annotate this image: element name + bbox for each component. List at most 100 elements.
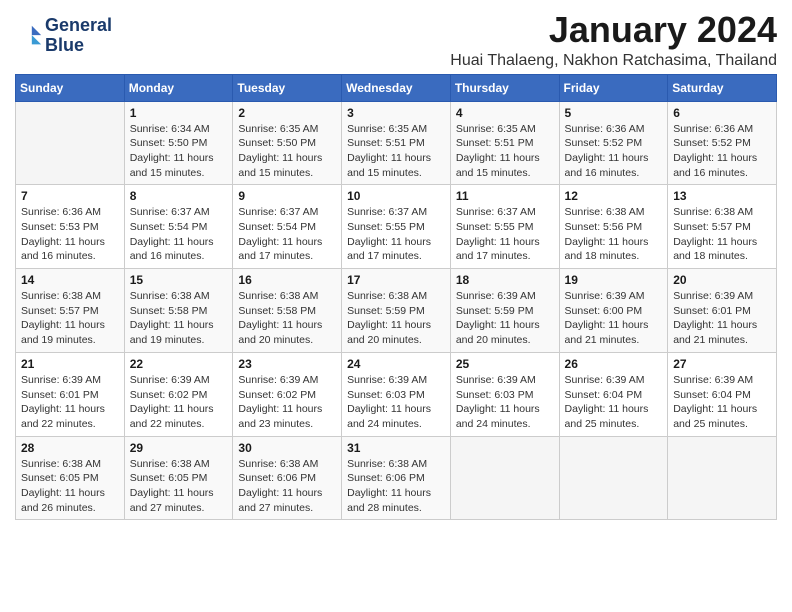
calendar-cell: 3 Sunrise: 6:35 AM Sunset: 5:51 PM Daylig… bbox=[342, 101, 451, 185]
calendar-body: 1 Sunrise: 6:34 AM Sunset: 5:50 PM Daylig… bbox=[16, 101, 777, 520]
day-info: Sunrise: 6:38 AM Sunset: 5:59 PM Dayligh… bbox=[347, 289, 445, 348]
day-info: Sunrise: 6:38 AM Sunset: 5:58 PM Dayligh… bbox=[238, 289, 336, 348]
day-info: Sunrise: 6:39 AM Sunset: 6:03 PM Dayligh… bbox=[456, 373, 554, 432]
calendar-week-1: 1 Sunrise: 6:34 AM Sunset: 5:50 PM Daylig… bbox=[16, 101, 777, 185]
day-info: Sunrise: 6:38 AM Sunset: 6:05 PM Dayligh… bbox=[21, 457, 119, 516]
calendar-cell: 23 Sunrise: 6:39 AM Sunset: 6:02 PM Dayli… bbox=[233, 352, 342, 436]
day-info: Sunrise: 6:39 AM Sunset: 6:02 PM Dayligh… bbox=[238, 373, 336, 432]
page-subtitle: Huai Thalaeng, Nakhon Ratchasima, Thaila… bbox=[450, 52, 777, 70]
column-header-monday: Monday bbox=[124, 74, 233, 101]
page-title: January 2024 bbox=[450, 10, 777, 50]
calendar-cell: 11Sunrise: 6:37 AM Sunset: 5:55 PM Dayli… bbox=[450, 185, 559, 269]
calendar-cell: 10 Sunrise: 6:37 AM Sunset: 5:55 PM Dayli… bbox=[342, 185, 451, 269]
calendar-cell: 6 Sunrise: 6:36 AM Sunset: 5:52 PM Daylig… bbox=[668, 101, 777, 185]
calendar-cell: 26Sunrise: 6:39 AM Sunset: 6:04 PM Dayli… bbox=[559, 352, 668, 436]
day-number: 2 bbox=[238, 106, 336, 120]
day-number: 30 bbox=[238, 441, 336, 455]
calendar-week-3: 14Sunrise: 6:38 AM Sunset: 5:57 PM Dayli… bbox=[16, 269, 777, 353]
day-info: Sunrise: 6:39 AM Sunset: 5:59 PM Dayligh… bbox=[456, 289, 554, 348]
day-number: 15 bbox=[130, 273, 228, 287]
calendar-cell: 16 Sunrise: 6:38 AM Sunset: 5:58 PM Dayli… bbox=[233, 269, 342, 353]
day-number: 31 bbox=[347, 441, 445, 455]
logo: General Blue bbox=[15, 16, 112, 56]
calendar-cell: 24Sunrise: 6:39 AM Sunset: 6:03 PM Dayli… bbox=[342, 352, 451, 436]
day-info: Sunrise: 6:39 AM Sunset: 6:00 PM Dayligh… bbox=[565, 289, 663, 348]
day-info: Sunrise: 6:39 AM Sunset: 6:01 PM Dayligh… bbox=[21, 373, 119, 432]
title-block: January 2024 Huai Thalaeng, Nakhon Ratch… bbox=[450, 10, 777, 70]
calendar-cell: 19 Sunrise: 6:39 AM Sunset: 6:00 PM Dayli… bbox=[559, 269, 668, 353]
calendar-cell: 30 Sunrise: 6:38 AM Sunset: 6:06 PM Dayli… bbox=[233, 436, 342, 520]
day-info: Sunrise: 6:36 AM Sunset: 5:52 PM Dayligh… bbox=[565, 122, 663, 181]
day-info: Sunrise: 6:38 AM Sunset: 5:57 PM Dayligh… bbox=[21, 289, 119, 348]
day-number: 12 bbox=[565, 189, 663, 203]
day-number: 21 bbox=[21, 357, 119, 371]
day-number: 25 bbox=[456, 357, 554, 371]
day-number: 13 bbox=[673, 189, 771, 203]
calendar-cell: 22 Sunrise: 6:39 AM Sunset: 6:02 PM Dayli… bbox=[124, 352, 233, 436]
day-info: Sunrise: 6:38 AM Sunset: 5:56 PM Dayligh… bbox=[565, 205, 663, 264]
column-header-friday: Friday bbox=[559, 74, 668, 101]
day-number: 4 bbox=[456, 106, 554, 120]
calendar-table: SundayMondayTuesdayWednesdayThursdayFrid… bbox=[15, 74, 777, 521]
calendar-cell: 13 Sunrise: 6:38 AM Sunset: 5:57 PM Dayli… bbox=[668, 185, 777, 269]
day-info: Sunrise: 6:38 AM Sunset: 5:58 PM Dayligh… bbox=[130, 289, 228, 348]
calendar-week-4: 21 Sunrise: 6:39 AM Sunset: 6:01 PM Dayli… bbox=[16, 352, 777, 436]
day-number: 10 bbox=[347, 189, 445, 203]
logo-icon bbox=[15, 22, 43, 50]
day-number: 28 bbox=[21, 441, 119, 455]
calendar-cell: 28 Sunrise: 6:38 AM Sunset: 6:05 PM Dayli… bbox=[16, 436, 125, 520]
day-number: 3 bbox=[347, 106, 445, 120]
day-number: 16 bbox=[238, 273, 336, 287]
calendar-cell: 27Sunrise: 6:39 AM Sunset: 6:04 PM Dayli… bbox=[668, 352, 777, 436]
day-info: Sunrise: 6:36 AM Sunset: 5:53 PM Dayligh… bbox=[21, 205, 119, 264]
calendar-cell bbox=[16, 101, 125, 185]
day-number: 9 bbox=[238, 189, 336, 203]
day-info: Sunrise: 6:39 AM Sunset: 6:01 PM Dayligh… bbox=[673, 289, 771, 348]
day-number: 23 bbox=[238, 357, 336, 371]
day-info: Sunrise: 6:38 AM Sunset: 6:06 PM Dayligh… bbox=[347, 457, 445, 516]
calendar-cell: 21 Sunrise: 6:39 AM Sunset: 6:01 PM Dayli… bbox=[16, 352, 125, 436]
day-info: Sunrise: 6:38 AM Sunset: 5:57 PM Dayligh… bbox=[673, 205, 771, 264]
day-info: Sunrise: 6:34 AM Sunset: 5:50 PM Dayligh… bbox=[130, 122, 228, 181]
calendar-cell: 7Sunrise: 6:36 AM Sunset: 5:53 PM Daylig… bbox=[16, 185, 125, 269]
calendar-cell: 25 Sunrise: 6:39 AM Sunset: 6:03 PM Dayli… bbox=[450, 352, 559, 436]
column-header-sunday: Sunday bbox=[16, 74, 125, 101]
day-info: Sunrise: 6:38 AM Sunset: 6:05 PM Dayligh… bbox=[130, 457, 228, 516]
calendar-cell: 5Sunrise: 6:36 AM Sunset: 5:52 PM Daylig… bbox=[559, 101, 668, 185]
day-number: 20 bbox=[673, 273, 771, 287]
day-info: Sunrise: 6:35 AM Sunset: 5:50 PM Dayligh… bbox=[238, 122, 336, 181]
day-number: 1 bbox=[130, 106, 228, 120]
day-info: Sunrise: 6:37 AM Sunset: 5:55 PM Dayligh… bbox=[347, 205, 445, 264]
day-info: Sunrise: 6:38 AM Sunset: 6:06 PM Dayligh… bbox=[238, 457, 336, 516]
page-header: General Blue January 2024 Huai Thalaeng,… bbox=[15, 10, 777, 70]
day-info: Sunrise: 6:39 AM Sunset: 6:02 PM Dayligh… bbox=[130, 373, 228, 432]
calendar-cell: 12 Sunrise: 6:38 AM Sunset: 5:56 PM Dayli… bbox=[559, 185, 668, 269]
day-info: Sunrise: 6:36 AM Sunset: 5:52 PM Dayligh… bbox=[673, 122, 771, 181]
calendar-cell: 31 Sunrise: 6:38 AM Sunset: 6:06 PM Dayli… bbox=[342, 436, 451, 520]
day-info: Sunrise: 6:39 AM Sunset: 6:04 PM Dayligh… bbox=[673, 373, 771, 432]
day-info: Sunrise: 6:39 AM Sunset: 6:04 PM Dayligh… bbox=[565, 373, 663, 432]
day-info: Sunrise: 6:35 AM Sunset: 5:51 PM Dayligh… bbox=[347, 122, 445, 181]
calendar-cell bbox=[450, 436, 559, 520]
column-header-wednesday: Wednesday bbox=[342, 74, 451, 101]
day-number: 24 bbox=[347, 357, 445, 371]
column-header-saturday: Saturday bbox=[668, 74, 777, 101]
calendar-week-2: 7Sunrise: 6:36 AM Sunset: 5:53 PM Daylig… bbox=[16, 185, 777, 269]
calendar-cell: 29 Sunrise: 6:38 AM Sunset: 6:05 PM Dayli… bbox=[124, 436, 233, 520]
day-info: Sunrise: 6:37 AM Sunset: 5:54 PM Dayligh… bbox=[130, 205, 228, 264]
calendar-cell: 20 Sunrise: 6:39 AM Sunset: 6:01 PM Dayli… bbox=[668, 269, 777, 353]
day-number: 6 bbox=[673, 106, 771, 120]
day-number: 22 bbox=[130, 357, 228, 371]
column-header-thursday: Thursday bbox=[450, 74, 559, 101]
calendar-cell bbox=[559, 436, 668, 520]
calendar-cell: 8Sunrise: 6:37 AM Sunset: 5:54 PM Daylig… bbox=[124, 185, 233, 269]
calendar-cell: 15 Sunrise: 6:38 AM Sunset: 5:58 PM Dayli… bbox=[124, 269, 233, 353]
calendar-cell: 17Sunrise: 6:38 AM Sunset: 5:59 PM Dayli… bbox=[342, 269, 451, 353]
day-info: Sunrise: 6:37 AM Sunset: 5:55 PM Dayligh… bbox=[456, 205, 554, 264]
day-number: 19 bbox=[565, 273, 663, 287]
day-info: Sunrise: 6:37 AM Sunset: 5:54 PM Dayligh… bbox=[238, 205, 336, 264]
calendar-week-5: 28 Sunrise: 6:38 AM Sunset: 6:05 PM Dayli… bbox=[16, 436, 777, 520]
day-number: 29 bbox=[130, 441, 228, 455]
column-header-tuesday: Tuesday bbox=[233, 74, 342, 101]
logo-text: General Blue bbox=[45, 16, 112, 56]
